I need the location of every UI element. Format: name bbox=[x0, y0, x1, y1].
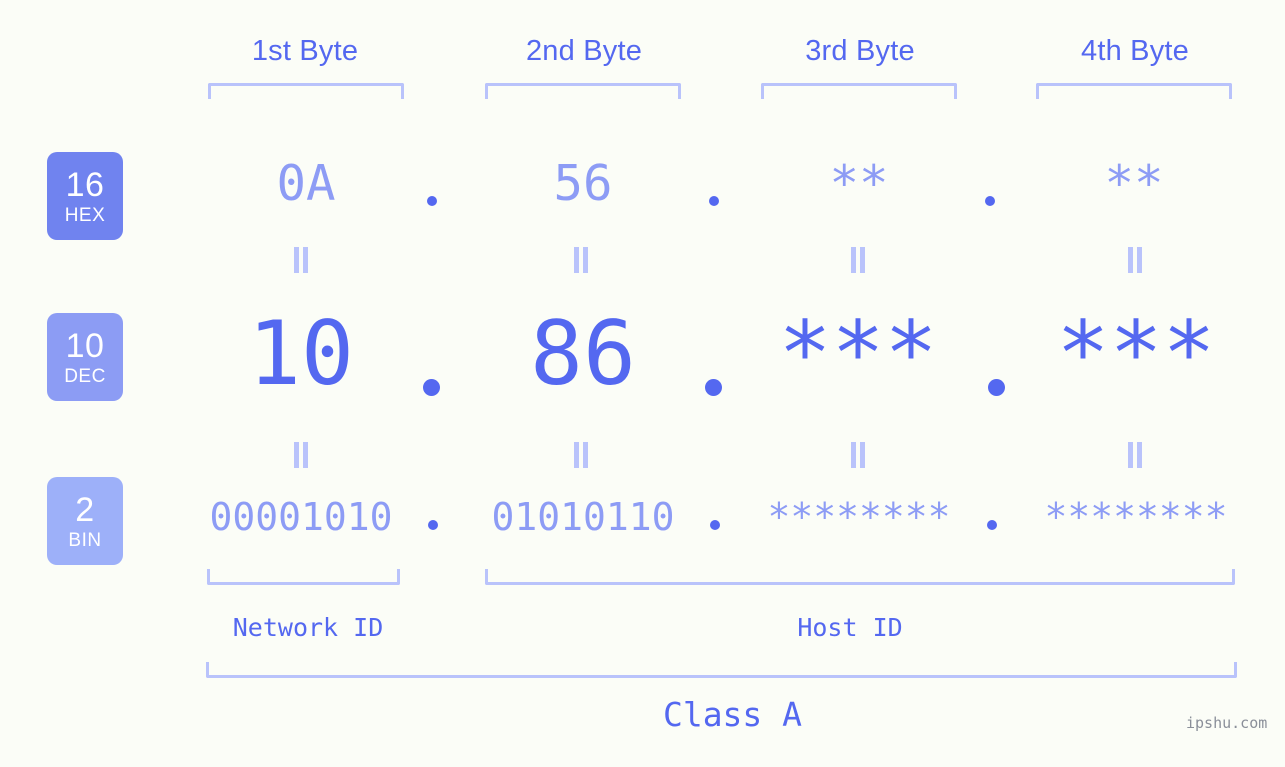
dec-byte-4: *** bbox=[1056, 302, 1216, 405]
badge-hex-number: 16 bbox=[65, 165, 105, 204]
bin-separator-dot-3 bbox=[987, 520, 997, 530]
badge-bin-name: BIN bbox=[68, 529, 102, 551]
dec-separator-dot-3 bbox=[988, 379, 1005, 396]
bin-byte-4: ******** bbox=[1044, 495, 1228, 539]
equals-icon-hex-dec-2 bbox=[574, 247, 588, 273]
badge-hex-name: HEX bbox=[64, 204, 106, 226]
badge-hex: 16 HEX bbox=[47, 152, 123, 240]
equals-icon-hex-dec-4 bbox=[1128, 247, 1142, 273]
hex-byte-3: ** bbox=[829, 155, 889, 212]
byte-bracket-2 bbox=[485, 83, 681, 99]
dec-separator-dot-2 bbox=[705, 379, 722, 396]
host-id-label: Host ID bbox=[797, 613, 903, 642]
equals-icon-dec-bin-3 bbox=[851, 442, 865, 468]
badge-bin: 2 BIN bbox=[47, 477, 123, 565]
bin-separator-dot-2 bbox=[710, 520, 720, 530]
hex-byte-4: ** bbox=[1104, 155, 1164, 212]
equals-icon-hex-dec-3 bbox=[851, 247, 865, 273]
bin-byte-1: 00001010 bbox=[209, 495, 393, 539]
hex-separator-dot-3 bbox=[985, 196, 995, 206]
equals-icon-dec-bin-1 bbox=[294, 442, 308, 468]
class-bracket bbox=[206, 662, 1237, 678]
class-label: Class A bbox=[662, 695, 803, 734]
bin-byte-2: 01010110 bbox=[491, 495, 675, 539]
badge-dec-name: DEC bbox=[64, 365, 106, 387]
watermark: ipshu.com bbox=[1186, 714, 1268, 732]
badge-dec-number: 10 bbox=[65, 326, 105, 365]
network-id-label: Network ID bbox=[232, 613, 384, 642]
byte-header-1: 1st Byte bbox=[251, 35, 359, 67]
ip-byte-diagram: 1st Byte 2nd Byte 3rd Byte 4th Byte 16 H… bbox=[0, 0, 1285, 767]
byte-header-3: 3rd Byte bbox=[805, 35, 915, 67]
network-id-bracket bbox=[207, 569, 400, 585]
byte-header-4: 4th Byte bbox=[1081, 35, 1189, 67]
byte-header-2: 2nd Byte bbox=[525, 35, 643, 67]
badge-dec: 10 DEC bbox=[47, 313, 123, 401]
equals-icon-dec-bin-2 bbox=[574, 442, 588, 468]
hex-separator-dot-2 bbox=[709, 196, 719, 206]
dec-byte-2: 86 bbox=[530, 302, 636, 405]
byte-bracket-3 bbox=[761, 83, 957, 99]
bin-separator-dot-1 bbox=[428, 520, 438, 530]
dec-byte-3: *** bbox=[778, 302, 938, 405]
equals-icon-hex-dec-1 bbox=[294, 247, 308, 273]
dec-byte-1: 10 bbox=[248, 302, 354, 405]
equals-icon-dec-bin-4 bbox=[1128, 442, 1142, 468]
byte-bracket-4 bbox=[1036, 83, 1232, 99]
hex-byte-2: 56 bbox=[553, 155, 613, 212]
byte-bracket-1 bbox=[208, 83, 404, 99]
bin-byte-3: ******** bbox=[767, 495, 951, 539]
hex-byte-1: 0A bbox=[276, 155, 336, 212]
host-id-bracket bbox=[485, 569, 1235, 585]
hex-separator-dot-1 bbox=[427, 196, 437, 206]
dec-separator-dot-1 bbox=[423, 379, 440, 396]
badge-bin-number: 2 bbox=[75, 490, 95, 529]
